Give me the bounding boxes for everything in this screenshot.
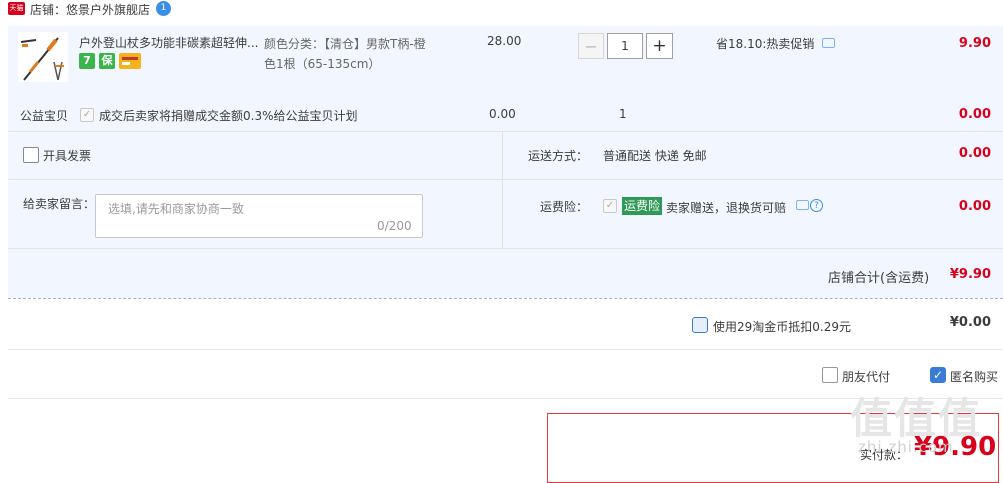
quantity-increase-button[interactable]: +	[646, 33, 673, 59]
taobao-coin-label[interactable]: 使用29淘金币抵扣0.29元	[713, 318, 851, 335]
charity-label: 公益宝贝	[20, 109, 69, 123]
item-subtotal: 9.90	[958, 36, 991, 51]
taobao-coin-checkbox[interactable]	[692, 317, 708, 333]
guarantee-icon: 保	[99, 53, 115, 69]
insurance-text: 卖家赠送，退换货可赔	[666, 201, 787, 215]
anonymous-checkbox[interactable]: ✓	[930, 367, 946, 383]
help-icon[interactable]: ?	[810, 199, 823, 212]
divider	[8, 349, 1003, 350]
message-placeholder: 选填,请先和商家协商一致	[108, 202, 244, 216]
insurance-checkbox: ✓	[603, 199, 617, 213]
tmall-logo-icon: 天猫	[8, 2, 25, 15]
column-divider	[502, 131, 503, 248]
message-char-counter: 0/200	[377, 219, 412, 233]
coin-discount-amount: ¥0.00	[949, 315, 991, 330]
seven-day-return-icon: 7	[79, 53, 95, 69]
sku-info: 颜色分类：【清仓】男款T柄-橙 色1根（65-135cm）	[264, 34, 444, 74]
sku-line: 颜色分类：【清仓】男款T柄-橙	[264, 37, 426, 51]
divider	[8, 298, 1003, 299]
anonymous-label[interactable]: 匿名购买	[950, 368, 998, 385]
chat-seller-icon[interactable]: 1	[156, 1, 171, 16]
insurance-amount: 0.00	[958, 199, 991, 214]
store-total-label: 店铺合计(含运费)	[828, 271, 930, 286]
charity-checkbox: ✓	[80, 108, 94, 122]
store-name-link[interactable]: 店铺：悠景户外旗舰店	[30, 1, 150, 18]
unit-price: 28.00	[487, 34, 522, 48]
product-title-link[interactable]: 户外登山杖多功能非碳素超轻伸...	[79, 34, 259, 51]
store-header: 天猫 店铺：悠景户外旗舰店 1	[0, 0, 1003, 18]
quantity-decrease-button[interactable]: −	[578, 33, 604, 59]
shipping-label: 运送方式：	[528, 149, 589, 163]
invoice-label[interactable]: 开具发票	[43, 147, 91, 164]
divider	[8, 248, 1003, 249]
store-total-amount: ¥9.90	[949, 267, 991, 282]
product-image[interactable]	[18, 32, 68, 82]
insurance-info-icon[interactable]	[796, 200, 809, 210]
insurance-tag: 运费险	[622, 197, 663, 215]
order-item-panel	[8, 26, 1003, 298]
watermark-url: zhi.zhi.com	[858, 438, 954, 456]
shipping-amount: 0.00	[958, 146, 991, 161]
seller-message-label: 给卖家留言：	[23, 197, 96, 211]
charity-amount: 0.00	[958, 107, 991, 122]
sku-line: 色1根（65-135cm）	[264, 57, 381, 71]
divider	[8, 131, 1003, 132]
charity-price: 0.00	[489, 107, 516, 121]
charity-text: 成交后卖家将捐赠成交金额0.3%给公益宝贝计划	[99, 109, 358, 123]
trekking-pole-icon	[20, 37, 64, 81]
friend-pay-checkbox[interactable]	[822, 367, 838, 383]
insurance-label: 运费险：	[540, 200, 589, 214]
friend-pay-label[interactable]: 朋友代付	[842, 368, 890, 385]
promo-detail-icon[interactable]	[822, 38, 835, 48]
quantity-input[interactable]: 1	[607, 33, 643, 59]
shipping-method: 普通配送 快递 免邮	[603, 149, 707, 163]
charity-quantity: 1	[619, 107, 627, 121]
credit-card-icon	[119, 53, 141, 69]
promotion-text: 省18.10:热卖促销	[716, 37, 815, 51]
divider	[8, 179, 1003, 180]
invoice-checkbox[interactable]	[23, 147, 39, 163]
